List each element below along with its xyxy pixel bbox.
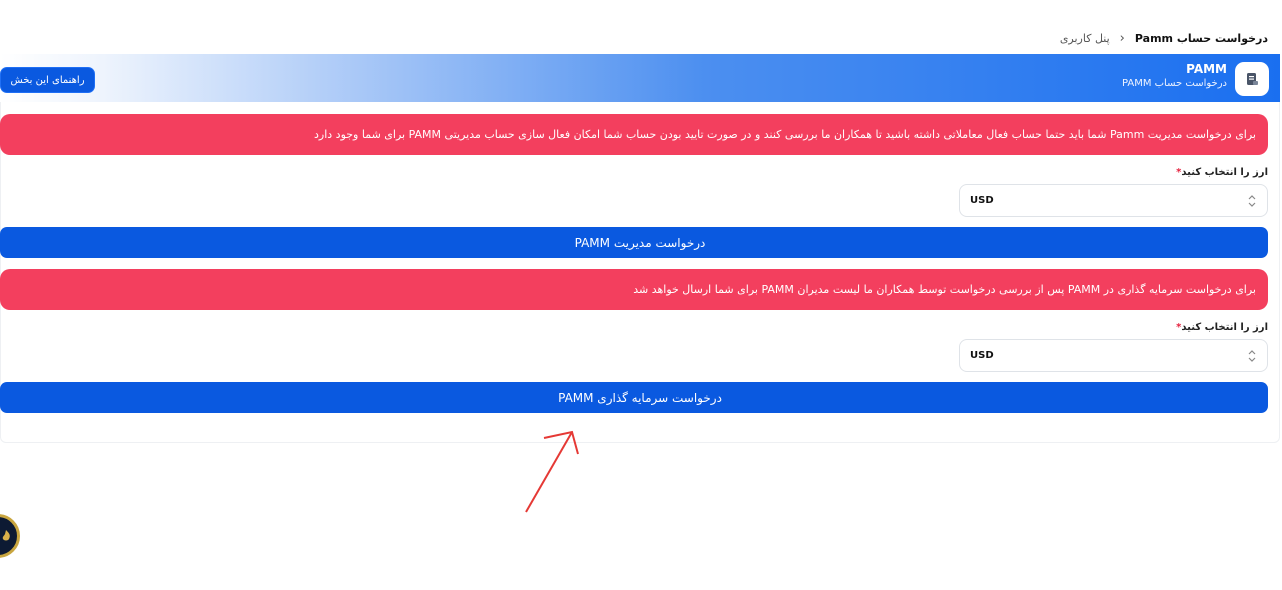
request-investment-button[interactable]: درخواست سرمایه گذاری PAMM [0,382,1268,413]
investor-alert: برای درخواست سرمایه گذاری در PAMM پس از … [0,269,1268,310]
request-management-button[interactable]: درخواست مدیریت PAMM [0,227,1268,258]
breadcrumb-home-link[interactable]: پنل کاربری [1060,32,1110,45]
manager-currency-select[interactable]: USD [959,184,1268,217]
request-investment-label: درخواست سرمایه گذاری PAMM [558,390,722,405]
annotation-arrow-icon [525,430,579,513]
investor-currency-label-text: ارز را انتخاب کنید [1181,322,1268,333]
select-updown-icon [1247,349,1257,363]
investor-currency-value: USD [970,350,994,361]
investor-currency-select[interactable]: USD [959,339,1268,372]
select-updown-icon [1247,194,1257,208]
breadcrumb: پنل کاربری ‹ درخواست حساب Pamm [1060,28,1268,48]
manager-currency-value: USD [970,195,994,206]
document-icon [1235,62,1269,96]
manager-currency-label-text: ارز را انتخاب کنید [1181,167,1268,178]
page-subtitle: درخواست حساب PAMM [1121,78,1227,89]
breadcrumb-current: درخواست حساب Pamm [1134,31,1268,45]
page-title: PAMM [1186,62,1227,76]
manager-currency-label: ارز را انتخاب کنید* [1176,167,1268,178]
chevron-left-icon: ‹ [1119,30,1125,46]
manager-alert: برای درخواست مدیریت Pamm شما باید حتما ح… [0,114,1268,155]
investor-currency-label: ارز را انتخاب کنید* [1176,322,1268,333]
page-header [0,54,1280,102]
support-chat-icon[interactable] [0,514,20,558]
request-management-label: درخواست مدیریت PAMM [574,235,706,250]
section-guide-button[interactable]: راهنمای این بخش [0,67,95,93]
